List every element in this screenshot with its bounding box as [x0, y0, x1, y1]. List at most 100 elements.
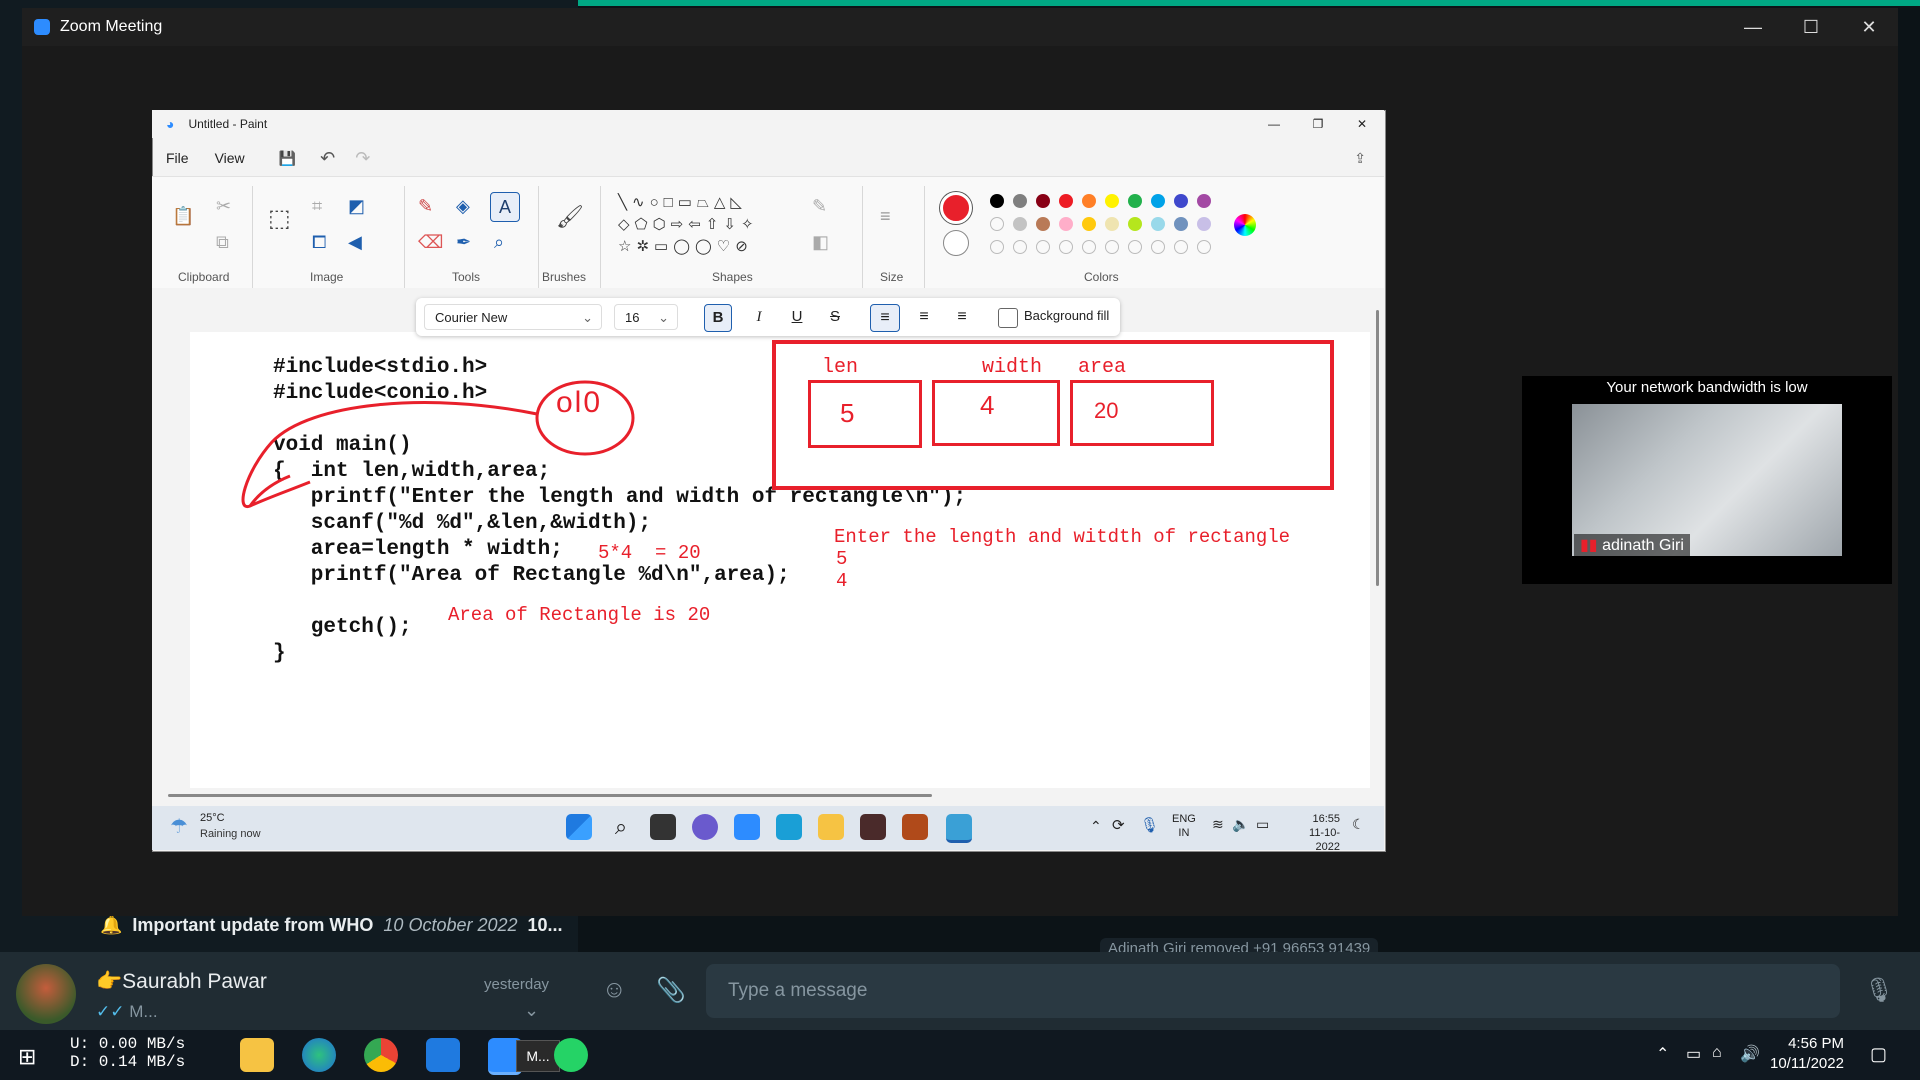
- outline-icon[interactable]: ✎: [812, 196, 827, 217]
- color-swatch[interactable]: [1013, 194, 1027, 208]
- emoji-icon[interactable]: ☺: [602, 976, 627, 1004]
- color-swatch[interactable]: [1036, 217, 1050, 231]
- color-swatch[interactable]: [1059, 217, 1073, 231]
- custom-color-slot[interactable]: [990, 240, 1004, 254]
- custom-color-slot[interactable]: [1151, 240, 1165, 254]
- attach-icon[interactable]: 📎: [656, 976, 686, 1005]
- chevron-up-icon[interactable]: ⌃: [1090, 818, 1102, 835]
- battery-icon[interactable]: ▭: [1686, 1044, 1701, 1064]
- color-swatch[interactable]: [1197, 217, 1211, 231]
- chrome-icon[interactable]: [364, 1038, 398, 1072]
- font-select[interactable]: Courier New ⌄: [424, 304, 602, 330]
- secondary-color[interactable]: [943, 230, 969, 256]
- shape-fill-icon[interactable]: ◧: [812, 232, 829, 253]
- custom-color-slot[interactable]: [1128, 240, 1142, 254]
- fill-icon[interactable]: ◈: [456, 196, 470, 217]
- color-swatch[interactable]: [990, 217, 1004, 231]
- bold-button[interactable]: B: [704, 304, 732, 332]
- align-right-icon[interactable]: ≡: [948, 304, 976, 330]
- background-fill-checkbox[interactable]: [998, 308, 1018, 328]
- eraser-icon[interactable]: ⌫: [418, 232, 443, 253]
- chevron-up-icon[interactable]: ⌃: [1656, 1044, 1669, 1064]
- save-icon[interactable]: 💾: [279, 150, 296, 167]
- search-icon[interactable]: ⌕: [608, 814, 634, 840]
- color-swatch[interactable]: [1105, 194, 1119, 208]
- color-swatch[interactable]: [1059, 194, 1073, 208]
- color-swatch[interactable]: [1151, 217, 1165, 231]
- text-tool-icon[interactable]: A: [490, 192, 520, 222]
- dosbox-icon[interactable]: [902, 814, 928, 840]
- wifi-icon[interactable]: ≋: [1212, 816, 1224, 833]
- sync-icon[interactable]: ⟳: [1112, 816, 1125, 834]
- custom-color-slot[interactable]: [1013, 240, 1027, 254]
- custom-color-slot[interactable]: [1059, 240, 1073, 254]
- task-view-icon[interactable]: [650, 814, 676, 840]
- align-left-icon[interactable]: ≡: [870, 304, 900, 332]
- align-center-icon[interactable]: ≡: [910, 304, 938, 330]
- paint-minimize-icon[interactable]: —: [1252, 117, 1296, 131]
- copy-icon[interactable]: ⧉: [216, 232, 229, 253]
- app-icon[interactable]: [860, 814, 886, 840]
- chevron-down-icon[interactable]: ⌄: [524, 1000, 539, 1021]
- color-swatch[interactable]: [1082, 194, 1096, 208]
- network-icon[interactable]: ⌂: [1712, 1044, 1722, 1062]
- notification-center-icon[interactable]: ▢: [1870, 1044, 1887, 1065]
- volume-icon[interactable]: 🔈: [1232, 816, 1249, 833]
- file-explorer-icon[interactable]: [818, 814, 844, 840]
- paint-close-icon[interactable]: ✕: [1340, 117, 1384, 131]
- notification-icon[interactable]: ☾: [1352, 816, 1365, 833]
- image-select-icon[interactable]: ⧠: [312, 232, 326, 253]
- color-swatch[interactable]: [990, 194, 1004, 208]
- maximize-icon[interactable]: ☐: [1782, 17, 1840, 38]
- avatar[interactable]: [16, 964, 76, 1024]
- edit-colors-icon[interactable]: [1234, 214, 1256, 236]
- battery-icon[interactable]: ▭: [1256, 816, 1269, 833]
- file-explorer-icon[interactable]: [240, 1038, 274, 1072]
- share-icon[interactable]: ⇪: [1354, 150, 1366, 167]
- crop-icon[interactable]: ⌗: [312, 196, 322, 217]
- color-swatch[interactable]: [1128, 194, 1142, 208]
- horizontal-scrollbar[interactable]: [168, 794, 932, 797]
- paint-taskbar-icon[interactable]: [946, 814, 972, 843]
- menu-file[interactable]: File: [166, 150, 189, 166]
- color-swatch[interactable]: [1082, 217, 1096, 231]
- custom-color-slot[interactable]: [1082, 240, 1096, 254]
- color-swatch[interactable]: [1105, 217, 1119, 231]
- whatsapp-icon[interactable]: [554, 1038, 588, 1072]
- teams-icon[interactable]: [692, 814, 718, 840]
- font-size-select[interactable]: 16 ⌄: [614, 304, 678, 330]
- paint-restore-icon[interactable]: ❐: [1296, 117, 1340, 131]
- custom-color-slot[interactable]: [1036, 240, 1050, 254]
- size-icon[interactable]: ≡: [880, 206, 891, 227]
- select-icon[interactable]: ⬚: [268, 204, 291, 233]
- undo-icon[interactable]: ↶: [320, 148, 335, 169]
- minimize-icon[interactable]: —: [1724, 17, 1782, 38]
- menu-view[interactable]: View: [215, 150, 245, 166]
- microphone-icon[interactable]: 🎙: [1140, 816, 1159, 834]
- vertical-scrollbar[interactable]: [1376, 310, 1379, 586]
- custom-color-slot[interactable]: [1105, 240, 1119, 254]
- language-indicator[interactable]: ENG IN: [1172, 812, 1196, 840]
- notepad-icon[interactable]: [776, 814, 802, 840]
- paste-icon[interactable]: 📋: [172, 206, 194, 227]
- color-swatch[interactable]: [1174, 194, 1188, 208]
- close-icon[interactable]: ✕: [1840, 17, 1898, 38]
- vscode-icon[interactable]: [426, 1038, 460, 1072]
- rotate-icon[interactable]: ◀: [348, 232, 362, 253]
- color-swatch[interactable]: [1197, 194, 1211, 208]
- microphone-icon[interactable]: 🎙: [1864, 976, 1894, 1005]
- strikethrough-button[interactable]: S: [822, 304, 848, 330]
- cut-icon[interactable]: ✂: [216, 196, 231, 217]
- magnifier-icon[interactable]: ⌕: [494, 232, 504, 253]
- zoom-icon[interactable]: [734, 814, 760, 840]
- start-icon[interactable]: [566, 814, 592, 840]
- primary-color[interactable]: [940, 192, 972, 224]
- resize-icon[interactable]: ◩: [348, 196, 365, 217]
- shapes-gallery[interactable]: ╲∿○□▭⏢△◺ ◇⬠⬡⇨⇦⇧⇩✧ ☆✲▭◯◯♡⊘: [618, 192, 788, 258]
- windows-start-icon[interactable]: ⊞: [18, 1044, 36, 1070]
- color-swatch[interactable]: [1128, 217, 1142, 231]
- system-clock[interactable]: 4:56 PM 10/11/2022: [1770, 1034, 1844, 1074]
- edge-icon[interactable]: [302, 1038, 336, 1072]
- brush-icon[interactable]: 🖌: [556, 204, 584, 230]
- custom-color-slot[interactable]: [1174, 240, 1188, 254]
